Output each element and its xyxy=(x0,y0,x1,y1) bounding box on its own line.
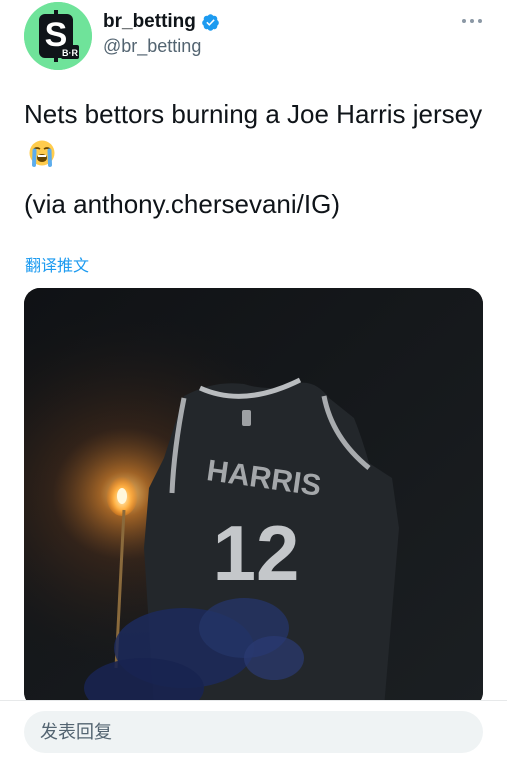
jersey-number-text: 12 xyxy=(213,509,300,597)
more-dot xyxy=(462,19,466,23)
tweet-media-video[interactable]: HARRIS 12 xyxy=(24,288,483,708)
loudly-crying-face-emoji-icon xyxy=(28,138,56,178)
author-handle[interactable]: @br_betting xyxy=(103,36,201,57)
tweet-text: Nets bettors burning a Joe Harris jersey xyxy=(24,94,484,178)
more-dot xyxy=(470,19,474,23)
author-name-row[interactable]: br_betting xyxy=(103,10,220,34)
reply-bar xyxy=(0,700,507,764)
author-display-name[interactable]: br_betting xyxy=(103,11,196,33)
br-betting-logo-icon: S B·R xyxy=(24,2,92,70)
svg-text:B·R: B·R xyxy=(62,48,78,58)
reply-input[interactable] xyxy=(24,711,483,753)
translate-tweet-link[interactable]: 翻译推文 xyxy=(25,252,89,276)
more-dot xyxy=(478,19,482,23)
avatar[interactable]: S B·R xyxy=(24,2,92,70)
verified-badge-icon xyxy=(201,13,220,32)
tweet-header: S B·R br_betting @br_betting xyxy=(0,0,507,80)
tweet-text-body: Nets bettors burning a Joe Harris jersey xyxy=(24,99,483,129)
tweet-source-credit: (via anthony.chersevani/IG) xyxy=(24,189,340,219)
more-horizontal-icon[interactable] xyxy=(458,12,486,30)
